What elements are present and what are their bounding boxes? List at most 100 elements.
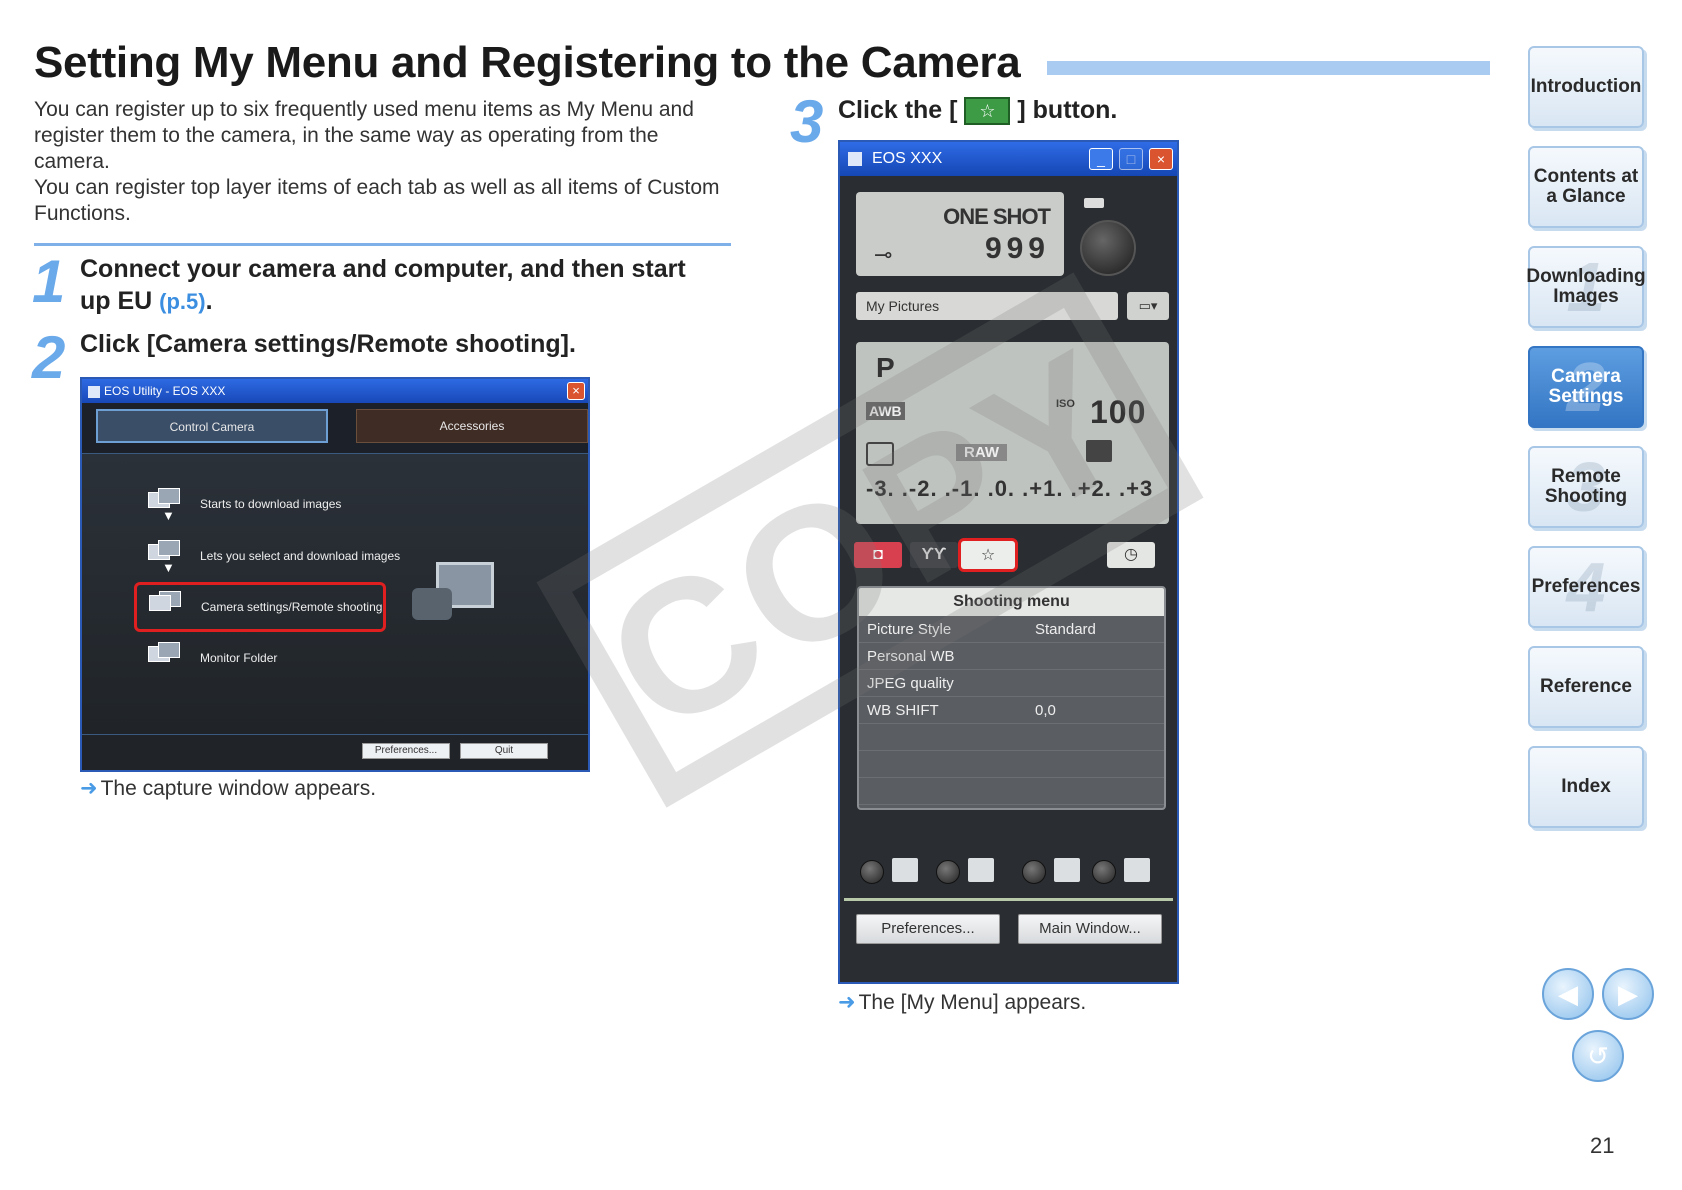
- shooting-menu-tab-icon[interactable]: ◘: [854, 542, 902, 568]
- sidebar-item-label: Downloading Images: [1526, 266, 1646, 307]
- camera-monitor-icon: [145, 589, 187, 625]
- image-quality[interactable]: RAW: [956, 444, 1007, 461]
- folder-dropdown-icon[interactable]: ▭▾: [1127, 292, 1169, 320]
- dial-button[interactable]: [1084, 198, 1104, 208]
- my-menu-tab-icon[interactable]: ☆: [958, 538, 1018, 572]
- step-2-result-text: The capture window appears.: [100, 777, 377, 800]
- page-5-link[interactable]: (p.5): [159, 289, 205, 314]
- divider: [844, 898, 1173, 901]
- close-icon[interactable]: ×: [567, 382, 585, 400]
- remote-live-view-icon[interactable]: [968, 858, 994, 882]
- sidebar-item-label: Preferences: [1531, 576, 1641, 597]
- menu-row[interactable]: [859, 751, 1164, 778]
- menu-row[interactable]: WB SHIFT 0,0: [859, 697, 1164, 724]
- step-3-before: Click the [: [838, 96, 958, 124]
- sidebar-item-reference[interactable]: Reference: [1528, 646, 1644, 728]
- camera-settings-remote-shooting-item[interactable]: Camera settings/Remote shooting: [134, 582, 386, 632]
- exposure-scale[interactable]: -3. .-2. .-1. .0. .+1. .+2. .+3: [866, 476, 1153, 502]
- sidebar-item-label: Remote Shooting: [1544, 466, 1628, 507]
- item-label: Monitor Folder: [200, 651, 278, 665]
- sidebar-item-label: Reference: [1540, 676, 1632, 697]
- step-2-text: Click [Camera settings/Remote shooting].: [80, 330, 576, 358]
- intro-text: You can register up to six frequently us…: [34, 97, 734, 227]
- item-label: Camera settings/Remote shooting: [201, 600, 383, 614]
- app-icon: [88, 385, 100, 398]
- menu-row[interactable]: JPEG quality: [859, 670, 1164, 697]
- menu-header: Shooting menu: [859, 588, 1164, 616]
- capture-titlebar: EOS XXX _ □ ×: [840, 142, 1177, 176]
- function-knob[interactable]: [936, 860, 960, 884]
- menu-row-label: JPEG quality: [867, 675, 954, 692]
- maximize-icon[interactable]: □: [1119, 148, 1143, 170]
- capture-window: EOS XXX _ □ × ⊸ ONE SHOT 999 My Pictures…: [838, 140, 1179, 984]
- sidebar-item-preferences[interactable]: 4 Preferences: [1528, 546, 1644, 628]
- eos-utility-titlebar: EOS Utility - EOS XXX ×: [82, 379, 588, 403]
- function-knob[interactable]: [1022, 860, 1046, 884]
- eos-utility-window: EOS Utility - EOS XXX × Control Camera A…: [80, 377, 590, 772]
- item-label: Starts to download images: [200, 497, 342, 511]
- image-edit-icon[interactable]: [892, 858, 918, 882]
- select-download-item[interactable]: ▼ Lets you select and download images: [144, 534, 400, 578]
- shots-remaining: 999: [984, 232, 1050, 265]
- timer-icon[interactable]: ◷: [1107, 542, 1155, 568]
- function-buttons: [856, 854, 1166, 890]
- sidebar-item-label: Contents at a Glance: [1533, 166, 1639, 207]
- destination-folder-field[interactable]: My Pictures: [856, 292, 1118, 320]
- setup-menu-tab-icon[interactable]: ϒϒ: [910, 542, 958, 568]
- menu-row[interactable]: Personal WB: [859, 643, 1164, 670]
- previous-page-icon[interactable]: ◀: [1542, 968, 1594, 1020]
- sidebar-item-contents-at-a-glance[interactable]: Contents at a Glance: [1528, 146, 1644, 228]
- menu-row[interactable]: [859, 778, 1164, 805]
- close-icon[interactable]: ×: [1149, 148, 1173, 170]
- back-return-icon[interactable]: ↺: [1572, 1030, 1624, 1082]
- sidebar-item-camera-settings[interactable]: 2 Camera Settings: [1528, 346, 1644, 428]
- function-knob[interactable]: [860, 860, 884, 884]
- menu-row[interactable]: Picture Style Standard: [859, 616, 1164, 643]
- drive-mode: ONE SHOT: [943, 204, 1051, 229]
- menu-row[interactable]: [859, 724, 1164, 751]
- tab-accessories[interactable]: Accessories: [356, 409, 588, 443]
- metering-icon[interactable]: [866, 442, 894, 466]
- sidebar-item-label: Camera Settings: [1548, 366, 1624, 407]
- shutter-dial[interactable]: [1080, 220, 1136, 276]
- eos-utility-title: EOS Utility - EOS XXX: [104, 384, 226, 398]
- iso-value[interactable]: 100: [1090, 394, 1146, 431]
- item-label: Lets you select and download images: [200, 549, 401, 563]
- shooting-menu-list: Shooting menu Picture Style Standard Pers…: [857, 586, 1166, 810]
- sidebar-item-downloading-images[interactable]: 1 Downloading Images: [1526, 246, 1646, 328]
- white-balance[interactable]: AWB: [866, 402, 905, 420]
- menu-row-value: Standard: [1035, 621, 1096, 638]
- settings-icon[interactable]: [1054, 858, 1080, 882]
- menu-row-label: Picture Style: [867, 621, 952, 638]
- next-page-icon[interactable]: ▶: [1602, 968, 1654, 1020]
- preferences-button[interactable]: Preferences...: [362, 743, 450, 759]
- battery-shots-display: ⊸ ONE SHOT 999: [856, 192, 1064, 276]
- minimize-icon[interactable]: _: [1089, 148, 1113, 170]
- shooting-mode[interactable]: P: [876, 352, 895, 384]
- intro-rule: [34, 243, 731, 246]
- intro-paragraph: You can register top layer items of each…: [34, 176, 720, 225]
- sidebar-item-index[interactable]: Index: [1528, 746, 1644, 828]
- preferences-button[interactable]: Preferences...: [856, 914, 1000, 944]
- step-3-after: ] button.: [1017, 96, 1118, 124]
- iso-label: ISO: [1056, 398, 1075, 410]
- menu-row-label: WB SHIFT: [867, 702, 939, 719]
- download-images-icon: ▼: [144, 486, 186, 523]
- select-download-icon: ▼: [144, 538, 186, 575]
- eos-utility-panel: ▼ Starts to download images ▼ Lets you s…: [82, 453, 588, 734]
- intro-paragraph: You can register up to six frequently us…: [34, 98, 694, 173]
- app-icon: [848, 151, 862, 166]
- start-download-item[interactable]: ▼ Starts to download images: [144, 482, 341, 526]
- function-knob[interactable]: [1092, 860, 1116, 884]
- menu-row-label: Personal WB: [867, 648, 955, 665]
- page-title: Setting My Menu and Registering to the C…: [34, 38, 1021, 87]
- live-view-icon[interactable]: [1124, 858, 1150, 882]
- monitor-folder-item[interactable]: Monitor Folder: [144, 636, 277, 680]
- main-window-button[interactable]: Main Window...: [1018, 914, 1162, 944]
- tab-control-camera[interactable]: Control Camera: [96, 409, 328, 443]
- quit-button[interactable]: Quit: [460, 743, 548, 759]
- sidebar-item-remote-shooting[interactable]: 3 Remote Shooting: [1528, 446, 1644, 528]
- arrow-right-icon: ➜: [838, 991, 856, 1014]
- sidebar-item-introduction[interactable]: Introduction: [1528, 46, 1644, 128]
- shooting-settings-panel: P AWB ISO 100 RAW -3. .-2. .-1. .0. .+1.…: [856, 342, 1169, 524]
